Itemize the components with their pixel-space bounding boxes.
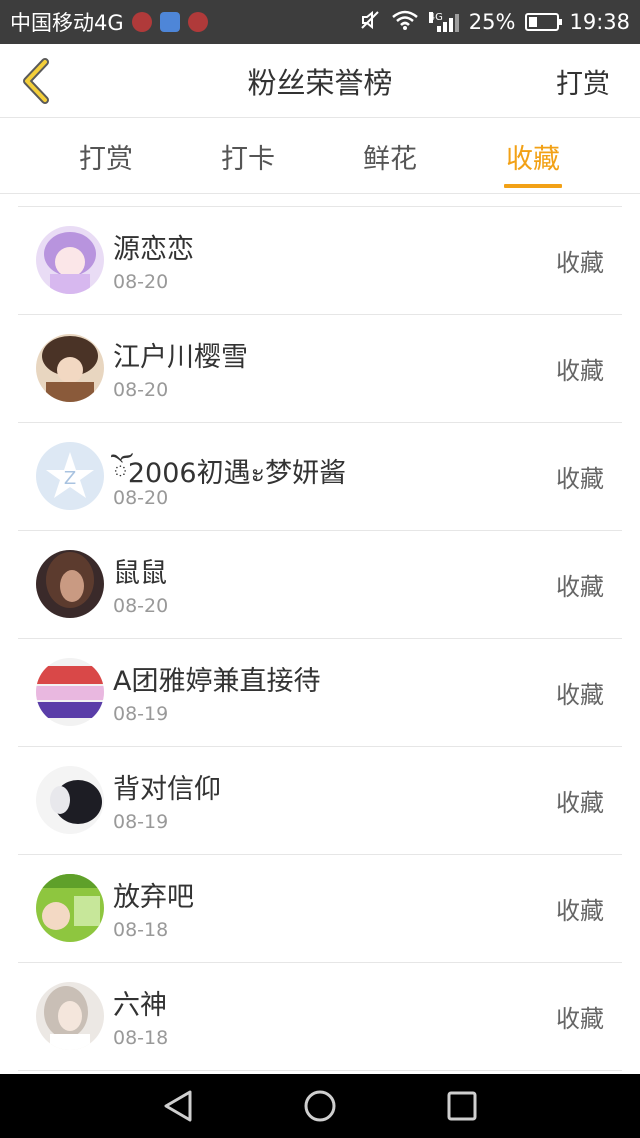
network-type-label: 4G bbox=[428, 12, 443, 23]
status-bar: 中国移动4G 4G 25% 19:38 bbox=[0, 0, 640, 44]
date: 08-20 bbox=[113, 271, 169, 293]
app-notification-icon bbox=[131, 12, 152, 32]
date: 08-20 bbox=[113, 379, 169, 401]
list-item[interactable]: Z ོ2006初遇ะ梦妍酱 08-20 收藏 bbox=[18, 423, 622, 531]
signal-icon: 4G bbox=[428, 12, 459, 32]
fan-list: 源恋恋 08-20 收藏 江户川樱雪 08-20 收藏 Z ོ2006初遇ะ梦妍… bbox=[18, 206, 622, 1071]
circle-home-icon bbox=[304, 1090, 336, 1122]
page-title: 粉丝荣誉榜 bbox=[247, 66, 393, 100]
nav-home-button[interactable] bbox=[302, 1088, 338, 1124]
battery-percent: 25% bbox=[468, 10, 516, 34]
tab-label: 打赏 bbox=[79, 143, 133, 175]
triangle-back-icon bbox=[164, 1090, 192, 1122]
action-label: 收藏 bbox=[556, 897, 604, 925]
avatar: Z bbox=[36, 442, 104, 510]
user-name: 源恋恋 bbox=[113, 234, 194, 265]
tab-checkin[interactable]: 打卡 bbox=[212, 118, 284, 194]
list-item[interactable]: 放弃吧 08-18 收藏 bbox=[18, 855, 622, 963]
list-item[interactable]: 源恋恋 08-20 收藏 bbox=[18, 207, 622, 315]
app-notification-icon bbox=[187, 12, 208, 32]
tab-flowers[interactable]: 鲜花 bbox=[354, 118, 426, 194]
tab-label: 收藏 bbox=[506, 143, 560, 175]
action-label: 收藏 bbox=[556, 357, 604, 385]
list-item[interactable]: 鼠鼠 08-20 收藏 bbox=[18, 531, 622, 639]
mute-icon bbox=[359, 9, 381, 36]
user-name: 放弃吧 bbox=[113, 882, 194, 913]
date: 08-18 bbox=[113, 1027, 169, 1049]
square-recents-icon bbox=[447, 1091, 477, 1121]
list-item[interactable]: 背对信仰 08-19 收藏 bbox=[18, 747, 622, 855]
action-label: 收藏 bbox=[556, 249, 604, 277]
avatar bbox=[36, 766, 104, 834]
tab-bar: 打赏 打卡 鲜花 收藏 bbox=[0, 118, 640, 194]
avatar bbox=[36, 334, 104, 402]
date: 08-18 bbox=[113, 919, 169, 941]
tab-reward[interactable]: 打赏 bbox=[70, 118, 142, 194]
tab-label: 打卡 bbox=[221, 143, 275, 175]
system-nav-bar bbox=[0, 1074, 640, 1138]
user-name: 背对信仰 bbox=[113, 774, 221, 805]
list-item[interactable]: A团雅婷兼直接待 08-19 收藏 bbox=[18, 639, 622, 747]
avatar bbox=[36, 550, 104, 618]
clock: 19:38 bbox=[569, 10, 630, 34]
avatar bbox=[36, 658, 104, 726]
tab-label: 鲜花 bbox=[363, 143, 417, 175]
wifi-icon bbox=[391, 9, 419, 36]
action-label: 收藏 bbox=[556, 681, 604, 709]
action-label: 收藏 bbox=[556, 789, 604, 817]
user-name: 六神 bbox=[113, 990, 167, 1021]
action-label: 收藏 bbox=[556, 1005, 604, 1033]
active-tab-indicator bbox=[504, 184, 562, 188]
date: 08-20 bbox=[113, 487, 169, 509]
battery-icon bbox=[525, 13, 563, 31]
list-item[interactable]: 江户川樱雪 08-20 收藏 bbox=[18, 315, 622, 423]
date: 08-19 bbox=[113, 811, 169, 833]
avatar bbox=[36, 874, 104, 942]
user-name: 鼠鼠 bbox=[113, 558, 167, 589]
avatar bbox=[36, 226, 104, 294]
carrier-label: 中国移动4G bbox=[10, 11, 124, 35]
user-name: 江户川樱雪 bbox=[113, 342, 248, 373]
reward-button[interactable]: 打赏 bbox=[556, 44, 610, 118]
date: 08-19 bbox=[113, 703, 169, 725]
app-header: 粉丝荣誉榜 打赏 bbox=[0, 44, 640, 118]
cloud-notification-icon bbox=[159, 12, 180, 32]
avatar bbox=[36, 982, 104, 1050]
tab-favorites[interactable]: 收藏 bbox=[504, 118, 562, 194]
user-name: A团雅婷兼直接待 bbox=[113, 666, 321, 697]
action-label: 收藏 bbox=[556, 465, 604, 493]
date: 08-20 bbox=[113, 595, 169, 617]
nav-back-button[interactable] bbox=[160, 1088, 196, 1124]
list-item[interactable]: 六神 08-18 收藏 bbox=[18, 963, 622, 1071]
nav-recents-button[interactable] bbox=[444, 1088, 480, 1124]
svg-text:Z: Z bbox=[64, 468, 76, 489]
action-label: 收藏 bbox=[556, 573, 604, 601]
